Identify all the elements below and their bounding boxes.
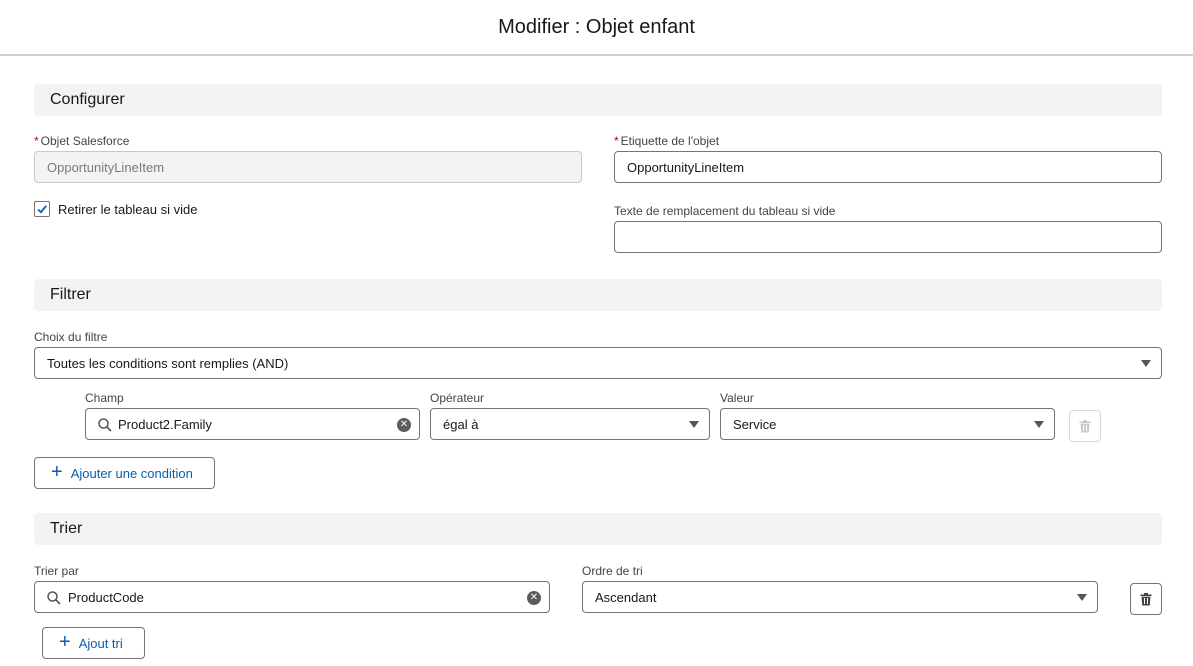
empty-placeholder-label: Texte de remplacement du tableau si vide (614, 204, 836, 218)
chevron-down-icon (689, 421, 699, 428)
condition-field-input[interactable]: Product2.Family ✕ (85, 408, 420, 440)
check-icon (37, 205, 47, 214)
section-filter: Filtrer (34, 279, 1162, 311)
sort-by-label: Trier par (34, 564, 79, 578)
salesforce-object-field: OpportunityLineItem (34, 151, 582, 183)
delete-sort-button[interactable] (1130, 583, 1162, 615)
section-sort: Trier (34, 513, 1162, 545)
remove-if-empty-label: Retirer le tableau si vide (58, 202, 198, 217)
section-configure: Configurer (34, 84, 1162, 116)
trash-icon (1079, 419, 1091, 432)
salesforce-object-label: * Objet Salesforce (34, 134, 130, 148)
add-sort-button[interactable]: + Ajout tri (42, 627, 145, 659)
search-icon (47, 591, 61, 605)
condition-value-select[interactable]: Service (720, 408, 1055, 440)
search-icon (98, 418, 112, 432)
object-label-field[interactable]: OpportunityLineItem (614, 151, 1162, 183)
filter-choice-select[interactable]: Toutes les conditions sont remplies (AND… (34, 347, 1162, 379)
chevron-down-icon (1077, 594, 1087, 601)
plus-icon: + (59, 631, 71, 653)
condition-operator-select[interactable]: égal à (430, 408, 710, 440)
object-label-label: * Etiquette de l'objet (614, 134, 720, 148)
clear-icon[interactable]: ✕ (527, 591, 541, 605)
clear-icon[interactable]: ✕ (397, 418, 411, 432)
chevron-down-icon (1034, 421, 1044, 428)
add-condition-button[interactable]: + Ajouter une condition (34, 457, 215, 489)
empty-placeholder-field[interactable] (614, 221, 1162, 253)
condition-field-label: Champ (85, 391, 124, 405)
modal-header: Modifier : Objet enfant (0, 0, 1193, 56)
sort-order-label: Ordre de tri (582, 564, 643, 578)
chevron-down-icon (1141, 360, 1151, 367)
filter-choice-label: Choix du filtre (34, 330, 108, 344)
condition-value-label: Valeur (720, 391, 754, 405)
condition-operator-label: Opérateur (430, 391, 485, 405)
plus-icon: + (51, 461, 63, 483)
page-title: Modifier : Objet enfant (498, 15, 695, 38)
delete-condition-button[interactable] (1069, 410, 1101, 442)
trash-icon (1140, 592, 1152, 605)
sort-by-input[interactable]: ProductCode ✕ (34, 581, 550, 613)
remove-if-empty-checkbox[interactable] (34, 201, 50, 217)
sort-order-select[interactable]: Ascendant (582, 581, 1098, 613)
